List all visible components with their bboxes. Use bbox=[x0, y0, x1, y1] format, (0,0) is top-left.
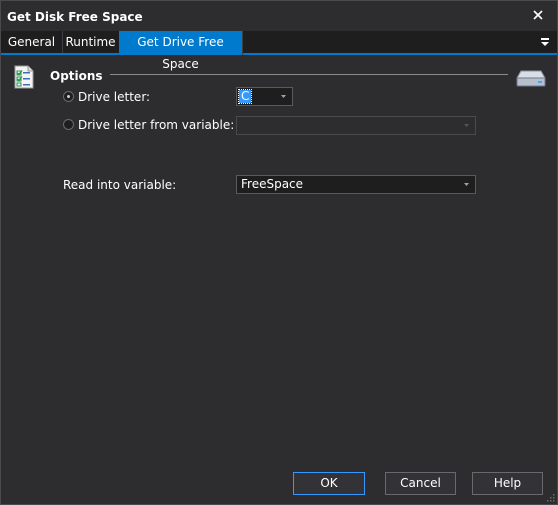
resize-grip-icon[interactable] bbox=[545, 492, 555, 502]
read-into-variable-combo[interactable]: FreeSpace bbox=[236, 175, 476, 194]
read-into-variable-value: FreeSpace bbox=[241, 177, 304, 191]
read-into-variable-label: Read into variable: bbox=[63, 178, 177, 192]
drive-letter-variable-value bbox=[239, 119, 243, 132]
section-divider bbox=[110, 74, 508, 75]
drive-letter-value: C bbox=[237, 89, 253, 104]
drive-letter-combo[interactable]: C bbox=[236, 87, 293, 106]
chevron-down-icon[interactable] bbox=[458, 176, 475, 193]
hard-drive-icon bbox=[516, 70, 546, 87]
drive-letter-from-variable-radio[interactable] bbox=[63, 119, 74, 130]
chevron-down-icon bbox=[464, 124, 469, 127]
dialog-window: Get Disk Free Space General Runtime Get … bbox=[0, 0, 558, 505]
options-section-title: Options bbox=[50, 69, 103, 83]
title-bar: Get Disk Free Space bbox=[1, 1, 557, 31]
tab-general[interactable]: General bbox=[1, 31, 63, 53]
drive-letter-variable-combo bbox=[236, 116, 476, 135]
ok-button[interactable]: OK bbox=[293, 472, 365, 495]
cancel-button[interactable]: Cancel bbox=[385, 472, 456, 495]
tab-runtime[interactable]: Runtime bbox=[62, 31, 120, 53]
drive-letter-from-variable-label: Drive letter from variable: bbox=[78, 118, 235, 132]
tab-get-drive-free-space[interactable]: Get Drive Free Space bbox=[119, 31, 243, 71]
close-icon[interactable] bbox=[530, 7, 546, 23]
drive-letter-label: Drive letter: bbox=[78, 90, 151, 104]
radio-selected-dot bbox=[67, 95, 70, 98]
help-button[interactable]: Help bbox=[472, 472, 543, 495]
drive-letter-radio[interactable] bbox=[63, 91, 74, 102]
chevron-down-icon[interactable] bbox=[275, 88, 292, 105]
checklist-icon bbox=[14, 65, 34, 89]
window-title: Get Disk Free Space bbox=[7, 10, 143, 24]
tab-strip: General Runtime Get Drive Free Space bbox=[1, 31, 557, 71]
tab-menu-icon[interactable] bbox=[539, 35, 551, 49]
